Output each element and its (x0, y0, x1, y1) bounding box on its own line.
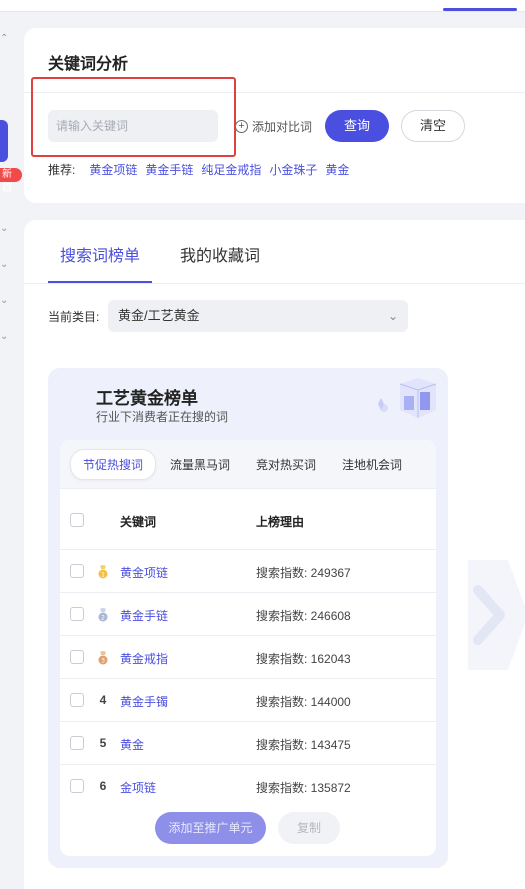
chevron-down-icon: ⌄ (387, 309, 398, 323)
keyword-link[interactable]: 金项链 (120, 779, 156, 796)
tab-search-ranking[interactable]: 搜索词榜单 (60, 242, 140, 266)
keyword-link[interactable]: 黄金戒指 (120, 650, 168, 667)
row-checkbox[interactable] (70, 564, 84, 578)
reason-text: 搜索指数: 249367 (256, 566, 351, 580)
copy-button[interactable]: 复制 (278, 812, 340, 844)
rank-number: 6 (99, 779, 107, 793)
search-ranking-card: 搜索词榜单 我的收藏词 当前类目: 黄金/工艺黄金 ⌄ 工艺黄金榜单 行业下消费… (24, 220, 525, 889)
recommendations: 推荐: 黄金项链 黄金手链 纯足金戒指 小金珠子 黄金 (48, 161, 357, 178)
divider (24, 283, 525, 284)
row-checkbox[interactable] (70, 779, 84, 793)
reason-text: 搜索指数: 143475 (256, 738, 351, 752)
row-checkbox[interactable] (70, 650, 84, 664)
top-tab-indicator (443, 8, 517, 11)
recommend-link[interactable]: 黄金 (325, 161, 349, 178)
ranking-table: 节促热搜词 流量黑马词 竞对热买词 洼地机会词 关键词 上榜理由 1 黄金项链 … (60, 440, 436, 856)
query-button[interactable]: 查询 (325, 110, 389, 142)
subtab-competitor-hot-buy[interactable]: 竞对热买词 (244, 450, 328, 479)
svg-text:3: 3 (101, 658, 105, 665)
tab-my-favorites[interactable]: 我的收藏词 (180, 242, 260, 266)
keyword-link[interactable]: 黄金手镯 (120, 693, 168, 710)
row-checkbox[interactable] (70, 607, 84, 621)
keyword-search-input[interactable] (48, 110, 218, 142)
reason-text: 搜索指数: 162043 (256, 652, 351, 666)
rail-active-item[interactable] (0, 120, 8, 162)
silver-medal-icon: 2 (98, 608, 108, 622)
bronze-medal-icon: 3 (98, 651, 108, 665)
table-row: 3 黄金戒指 搜索指数: 162043 (60, 636, 436, 679)
chevron-down-icon[interactable]: ⌄ (0, 296, 10, 306)
reason-text: 搜索指数: 246608 (256, 609, 351, 623)
category-value: 黄金/工艺黄金 (118, 308, 200, 323)
new-trend-badge: 新趋 (0, 168, 22, 194)
subtab-bar: 节促热搜词 流量黑马词 竞对热买词 洼地机会词 (60, 440, 436, 488)
divider (24, 92, 525, 93)
chevron-up-icon[interactable]: ⌃ (0, 34, 10, 44)
table-row: 6 金项链 搜索指数: 135872 (60, 765, 436, 808)
table-header: 关键词 上榜理由 (60, 488, 436, 550)
add-to-promotion-unit-button[interactable]: 添加至推广单元 (155, 812, 266, 844)
svg-text:2: 2 (101, 615, 105, 622)
recommend-link[interactable]: 纯足金戒指 (201, 161, 261, 178)
column-keyword: 关键词 (120, 515, 157, 529)
keyword-link[interactable]: 黄金 (120, 736, 144, 753)
recommend-link[interactable]: 黄金项链 (89, 161, 137, 178)
keyword-analysis-card: 关键词分析 + 添加对比词 查询 清空 推荐: 黄金项链 黄金手链 纯足金戒指 … (24, 28, 525, 203)
reason-text: 搜索指数: 144000 (256, 695, 351, 709)
svg-text:1: 1 (101, 572, 105, 579)
recommend-link[interactable]: 黄金手链 (145, 161, 193, 178)
table-row: 1 黄金项链 搜索指数: 249367 (60, 550, 436, 593)
data-cube-illustration-icon (378, 378, 437, 418)
rank-number: 4 (99, 693, 107, 707)
clear-button[interactable]: 清空 (401, 110, 465, 142)
row-checkbox[interactable] (70, 693, 84, 707)
gold-medal-icon: 1 (98, 565, 108, 579)
table-row: 5 黄金 搜索指数: 143475 (60, 722, 436, 765)
next-arrow-decoration-icon (468, 560, 525, 670)
ranking-subtitle: 行业下消费者正在搜的词 (96, 410, 229, 424)
recommend-link[interactable]: 小金珠子 (269, 161, 317, 178)
ranking-title: 工艺黄金榜单 (96, 389, 198, 408)
add-circle-icon: + (235, 120, 248, 133)
reason-text: 搜索指数: 135872 (256, 781, 351, 795)
table-row: 2 黄金手链 搜索指数: 246608 (60, 593, 436, 636)
page-title: 关键词分析 (48, 56, 129, 73)
keyword-link[interactable]: 黄金项链 (120, 564, 168, 581)
add-compare-label: 添加对比词 (252, 120, 313, 134)
subtab-festival-hot[interactable]: 节促热搜词 (70, 448, 157, 480)
rank-number: 5 (99, 736, 107, 750)
recommend-label: 推荐: (48, 163, 76, 177)
column-reason: 上榜理由 (256, 515, 305, 529)
table-row: 4 黄金手镯 搜索指数: 144000 (60, 679, 436, 722)
category-select[interactable]: 黄金/工艺黄金 ⌄ (108, 300, 408, 332)
left-rail: ⌃ 新趋 ⌄ ⌄ ⌄ ⌄ (0, 12, 22, 889)
add-compare-word-button[interactable]: + 添加对比词 (235, 118, 312, 135)
subtab-traffic-dark-horse[interactable]: 流量黑马词 (158, 450, 242, 479)
chevron-down-icon[interactable]: ⌄ (0, 260, 10, 270)
ranking-panel: 工艺黄金榜单 行业下消费者正在搜的词 节促热搜词 流量黑马词 竞对热买词 洼地机… (48, 368, 448, 868)
subtab-opportunity[interactable]: 洼地机会词 (330, 450, 414, 479)
keyword-link[interactable]: 黄金手链 (120, 607, 168, 624)
category-label: 当前类目: (48, 310, 100, 324)
chevron-down-icon[interactable]: ⌄ (0, 332, 10, 342)
row-checkbox[interactable] (70, 736, 84, 750)
chevron-down-icon[interactable]: ⌄ (0, 224, 10, 234)
select-all-checkbox[interactable] (70, 513, 84, 527)
